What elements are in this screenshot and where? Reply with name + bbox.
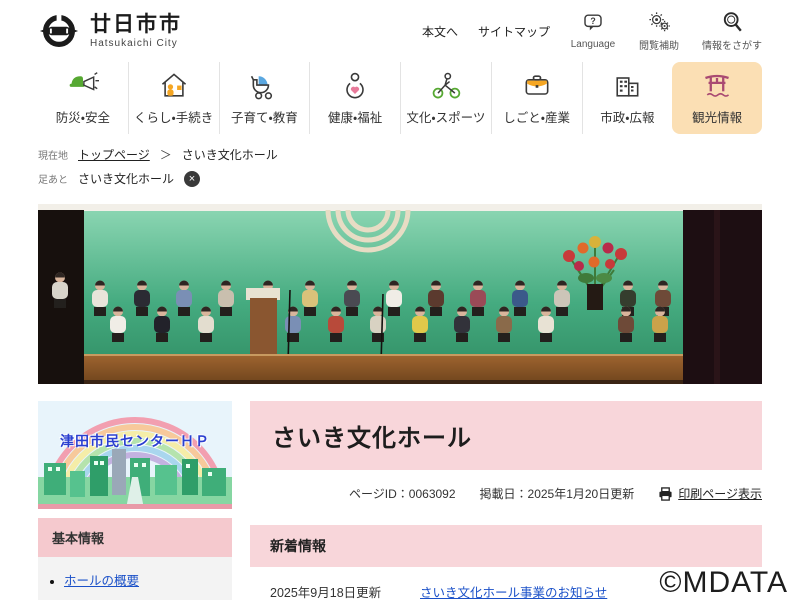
search-label: 情報をさがす: [702, 41, 762, 52]
house-icon: [161, 73, 186, 97]
nav-kurashi-tetsuzuki[interactable]: くらし・手続き: [127, 62, 219, 134]
stroller-icon: [251, 75, 273, 100]
breadcrumb: 現在地 トップページ ＞ さいき文化ホール 足あと さいき文化ホール ×: [38, 146, 762, 187]
nav-shigoto-sangyo[interactable]: しごと・産業: [490, 62, 582, 134]
helmet-megaphone-icon: [69, 72, 99, 91]
language-label: Language: [570, 39, 616, 50]
skip-to-content-link[interactable]: 本文へ: [422, 23, 458, 40]
sidebar-menu: ホールの概要 ホールの利用: [38, 557, 232, 600]
print-page-link[interactable]: 印刷ページ表示: [658, 485, 762, 502]
page-title-band: さいき文化ホール: [250, 401, 762, 470]
news-link-hall-jigyo[interactable]: さいき文化ホール事業のお知らせ: [420, 582, 607, 600]
breadcrumb-current: さいき文化ホール: [181, 148, 278, 162]
buildings-icon: [616, 77, 639, 97]
main-nav: 防災・安全 くらし・手続き 子育て・教育 健康・福祉 文化・スポーツ しごと・産…: [38, 62, 762, 134]
breadcrumb-separator: ＞: [159, 148, 172, 162]
page-title: さいき文化ホール: [272, 425, 472, 452]
sidebar: 津田市民センターＨＰ 基本情報 ホールの概要 ホールの利用: [38, 401, 232, 600]
heart-care-icon: [346, 72, 364, 99]
nav-label: 観光情報: [692, 111, 743, 125]
breadcrumb-home-link[interactable]: トップページ: [78, 146, 150, 163]
bicycle-icon: [432, 72, 461, 99]
news-section-title: 新着情報: [250, 525, 762, 567]
sitemap-link[interactable]: サイトマップ: [478, 23, 550, 40]
content-area: 津田市民センターＨＰ 基本情報 ホールの概要 ホールの利用 さいき文化ホール: [38, 401, 762, 600]
site-header: 廿日市市 Hatsukaichi City 本文へ サイトマップ ? Langu…: [0, 0, 800, 62]
svg-text:?: ?: [590, 16, 595, 26]
nav-label: 防災・安全: [55, 111, 110, 125]
nav-kenko-fukushi[interactable]: 健康・福祉: [309, 62, 400, 134]
center-hp-banner-text: 津田市民センターＨＰ: [60, 433, 210, 449]
accessibility-label: 閲覧補助: [639, 41, 679, 52]
page-meta-row: ページID：0063092 掲載日：2025年1月20日更新 印刷ページ表示: [250, 485, 762, 502]
center-hp-banner[interactable]: 津田市民センターＨＰ: [38, 401, 232, 509]
nav-label: しごと・産業: [503, 111, 570, 125]
nav-bousai-anzen[interactable]: 防災・安全: [38, 62, 128, 134]
sidebar-section-title: 基本情報: [38, 518, 232, 557]
city-name: 廿日市市: [90, 12, 182, 36]
printer-icon: [659, 486, 672, 501]
publish-date: 掲載日：2025年1月20日更新: [479, 487, 635, 501]
language-icon: ?: [584, 14, 602, 31]
nav-bunka-sports[interactable]: 文化・スポーツ: [400, 62, 491, 134]
nav-kosodate-kyoiku[interactable]: 子育て・教育: [218, 62, 310, 134]
briefcase-icon: [525, 75, 549, 95]
torii-icon: [705, 74, 730, 97]
page: 廿日市市 Hatsukaichi City 本文へ サイトマップ ? Langu…: [0, 0, 800, 600]
footprint-close-icon[interactable]: ×: [184, 170, 201, 187]
city-name-en: Hatsukaichi City: [90, 38, 178, 50]
hero-photo: [38, 204, 762, 384]
nav-kanko-joho[interactable]: 観光情報: [672, 62, 762, 134]
site-logo[interactable]: 廿日市市 Hatsukaichi City: [38, 10, 182, 52]
language-button[interactable]: ? Language: [570, 12, 616, 50]
nav-shisei-koho[interactable]: 市政・広報: [581, 62, 673, 134]
gears-icon: [649, 12, 670, 32]
search-icon: [723, 12, 742, 32]
search-button[interactable]: 情報をさがす: [702, 10, 762, 52]
nav-label: 健康・福祉: [327, 111, 383, 125]
nav-label: 子育て・教育: [230, 111, 298, 125]
sidebar-list-item: ホールの概要: [64, 570, 222, 589]
nav-label: 市政・広報: [600, 111, 655, 125]
nav-label: くらし・手続き: [133, 111, 214, 125]
rainbow-town-illustration: [38, 401, 232, 509]
mdata-watermark: ©MDATA: [659, 566, 788, 599]
breadcrumb-location-label: 現在地: [38, 151, 68, 162]
city-emblem-icon: [39, 12, 79, 47]
sidebar-link-hall-overview[interactable]: ホールの概要: [64, 574, 139, 588]
stage-photo-illustration: [38, 204, 762, 384]
nav-label: 文化・スポーツ: [406, 111, 486, 125]
print-page-label: 印刷ページ表示: [678, 487, 762, 501]
page-id: ページID：0063092: [349, 487, 456, 501]
news-date: 2025年9月18日更新: [270, 586, 382, 600]
footprint-item: さいき文化ホール: [78, 172, 175, 186]
accessibility-button[interactable]: 閲覧補助: [636, 10, 682, 52]
footprint-row: 足あと さいき文化ホール ×: [38, 170, 762, 187]
footprint-label: 足あと: [38, 175, 68, 186]
header-utilities: 本文へ サイトマップ ? Language 閲覧補助 情報をさがす: [422, 10, 762, 52]
